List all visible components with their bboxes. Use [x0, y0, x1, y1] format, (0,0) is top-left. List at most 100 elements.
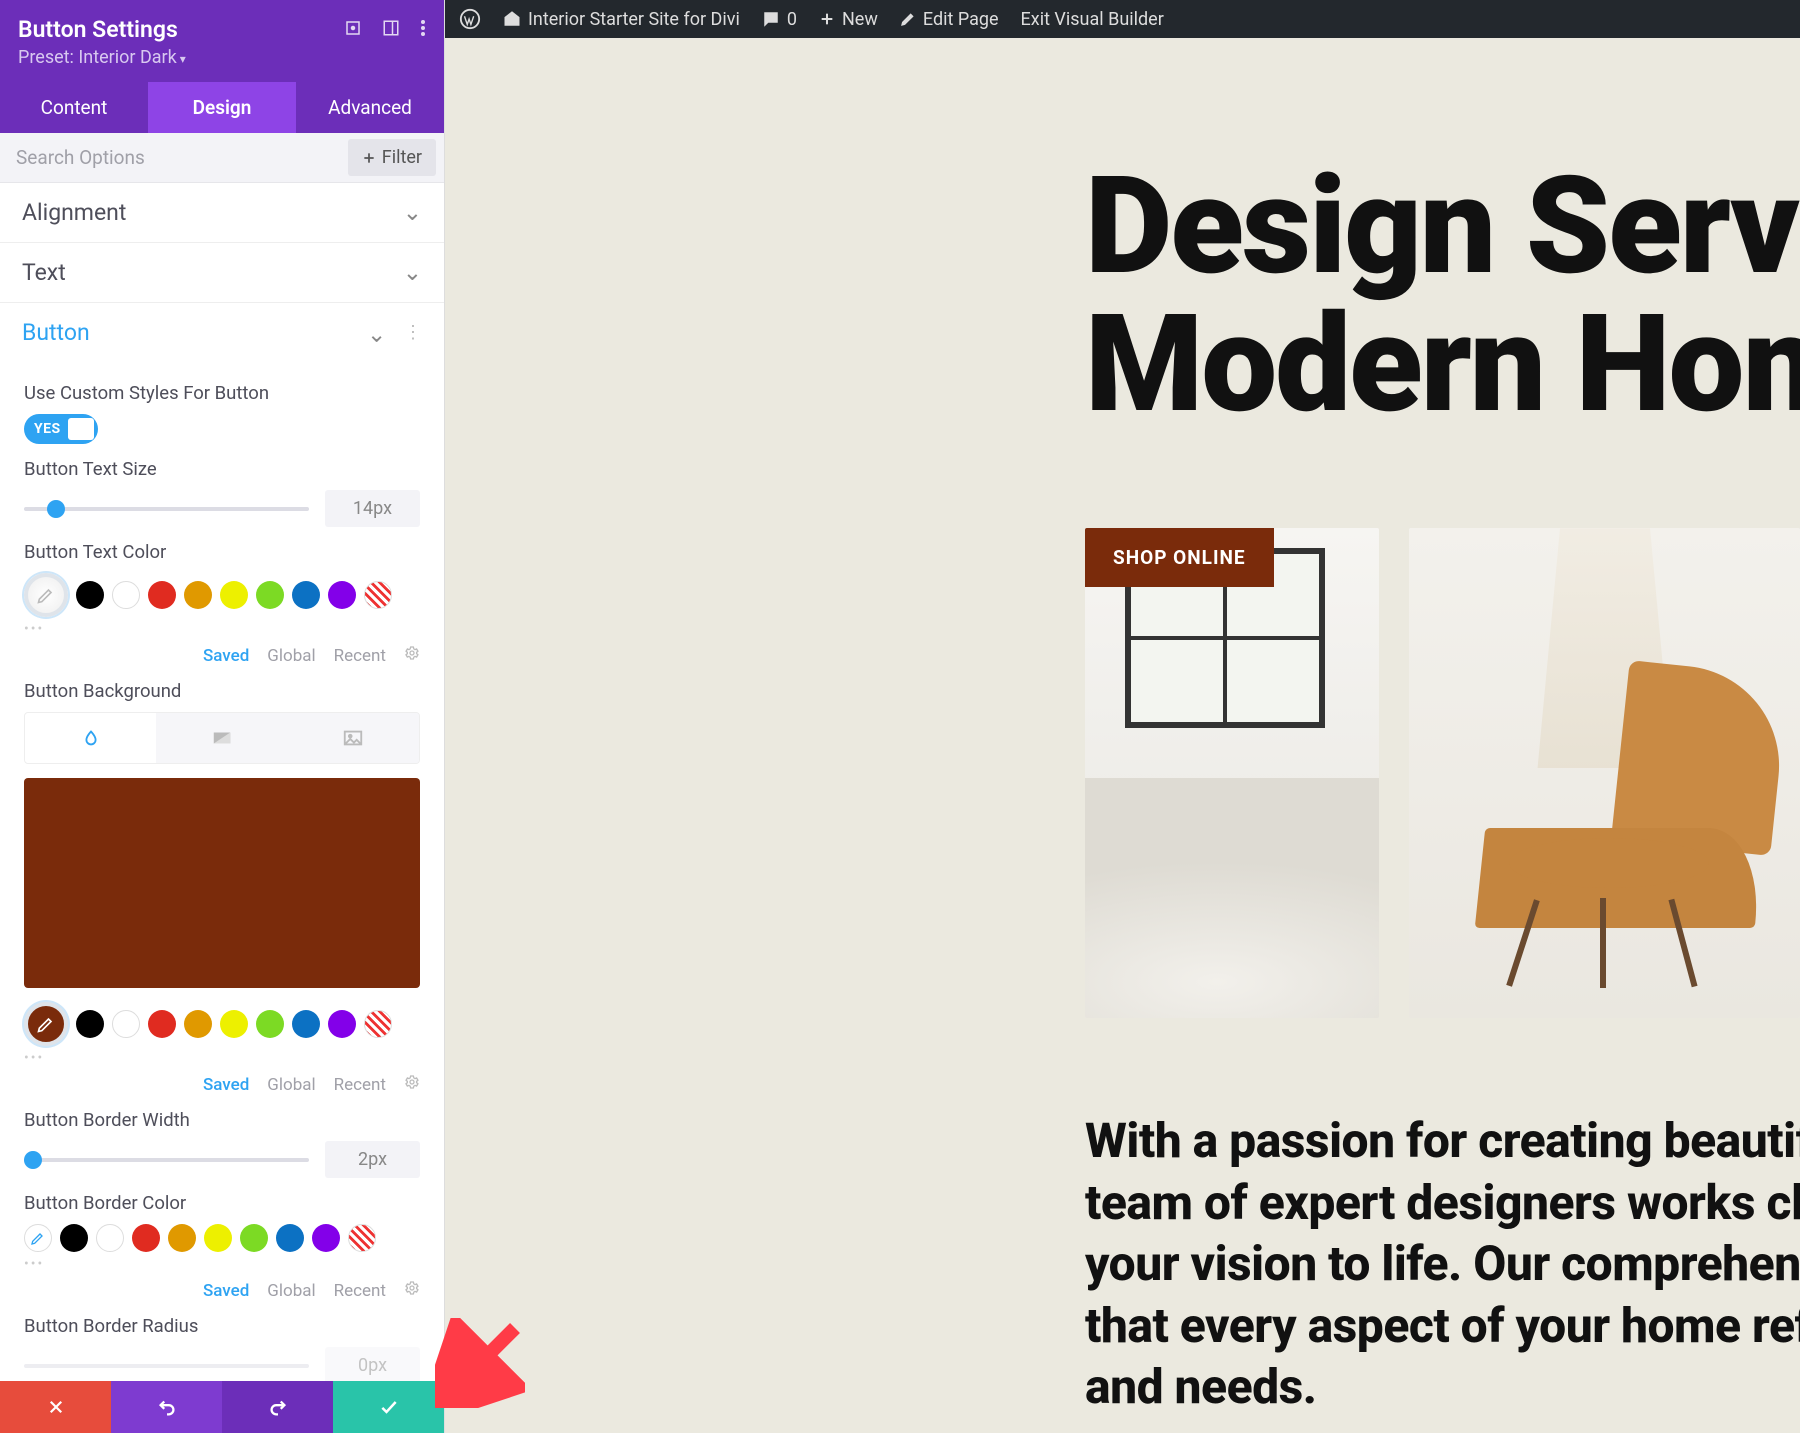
background-label: Button Background [24, 680, 420, 702]
swatch-blue[interactable] [292, 1010, 320, 1038]
palette-recent-link[interactable]: Recent [334, 1281, 386, 1301]
wp-logo-icon[interactable] [459, 8, 481, 30]
palette-global-link[interactable]: Global [267, 1075, 315, 1095]
sidebar-footer [0, 1381, 444, 1433]
tab-design[interactable]: Design [148, 82, 296, 133]
accordion-alignment[interactable]: Alignment ⌄ [0, 183, 444, 243]
undo-button[interactable] [111, 1381, 222, 1433]
border-radius-label: Button Border Radius [24, 1315, 420, 1337]
sidebar-header: Button Settings Preset: Interior Dark Co… [0, 0, 444, 133]
expand-icon[interactable] [344, 19, 362, 41]
swatch-blue[interactable] [276, 1224, 304, 1252]
settings-sidebar: Button Settings Preset: Interior Dark Co… [0, 0, 445, 1433]
wp-edit-page[interactable]: Edit Page [900, 9, 999, 30]
color-picker-icon[interactable] [24, 1224, 52, 1252]
border-radius-slider[interactable] [24, 1364, 309, 1368]
gear-icon[interactable] [404, 1074, 420, 1095]
palette-global-link[interactable]: Global [267, 1281, 315, 1301]
swatch-green[interactable] [256, 581, 284, 609]
swatch-yellow[interactable] [204, 1224, 232, 1252]
use-custom-styles-label: Use Custom Styles For Button [24, 382, 420, 404]
settings-tabs: Content Design Advanced [0, 82, 444, 133]
more-swatches-icon[interactable]: ••• [24, 1050, 420, 1066]
filter-button[interactable]: Filter [348, 139, 436, 176]
swatch-clear[interactable] [364, 1010, 392, 1038]
wp-exit-label: Exit Visual Builder [1021, 9, 1164, 30]
wp-new-label: New [842, 9, 878, 30]
color-picker-icon[interactable] [24, 1002, 68, 1046]
use-custom-styles-toggle[interactable]: YES [24, 414, 98, 444]
preset-selector[interactable]: Preset: Interior Dark [0, 47, 444, 82]
tab-content[interactable]: Content [0, 82, 148, 133]
swatch-purple[interactable] [328, 581, 356, 609]
palette-saved-link[interactable]: Saved [203, 1281, 249, 1301]
swatch-clear[interactable] [364, 581, 392, 609]
gallery-image-1: SHOP ONLINE [1085, 528, 1379, 1018]
wp-new[interactable]: New [819, 9, 878, 30]
swatch-black[interactable] [76, 581, 104, 609]
swatch-yellow[interactable] [220, 1010, 248, 1038]
palette-recent-link[interactable]: Recent [334, 1075, 386, 1095]
swatch-clear[interactable] [348, 1224, 376, 1252]
swatch-yellow[interactable] [220, 581, 248, 609]
swatch-black[interactable] [60, 1224, 88, 1252]
bg-tab-image[interactable] [288, 713, 419, 763]
tab-advanced[interactable]: Advanced [296, 82, 444, 133]
text-size-label: Button Text Size [24, 458, 420, 480]
swatch-red[interactable] [132, 1224, 160, 1252]
swatch-orange[interactable] [184, 1010, 212, 1038]
palette-saved-link[interactable]: Saved [203, 646, 249, 666]
swatch-orange[interactable] [168, 1224, 196, 1252]
swatch-green[interactable] [256, 1010, 284, 1038]
text-size-value[interactable]: 14px [325, 490, 420, 527]
swatch-purple[interactable] [328, 1010, 356, 1038]
dock-icon[interactable] [382, 19, 400, 41]
body-line: your vision to life. Our comprehensive a… [1085, 1233, 1800, 1294]
palette-recent-link[interactable]: Recent [334, 646, 386, 666]
swatch-green[interactable] [240, 1224, 268, 1252]
swatch-purple[interactable] [312, 1224, 340, 1252]
gear-icon[interactable] [404, 645, 420, 666]
search-input[interactable] [0, 134, 348, 181]
swatch-white[interactable] [112, 1010, 140, 1038]
bg-tab-color[interactable] [25, 713, 156, 763]
page-preview: Interior Starter Site for Divi 0 New Edi… [445, 0, 1800, 1433]
accordion-label: Text [22, 259, 66, 286]
more-icon[interactable] [420, 19, 426, 41]
bg-tab-gradient[interactable] [156, 713, 287, 763]
swatch-white[interactable] [112, 581, 140, 609]
swatch-red[interactable] [148, 1010, 176, 1038]
palette-saved-link[interactable]: Saved [203, 1075, 249, 1095]
section-more-icon[interactable]: ⋮ [404, 322, 422, 343]
shop-online-button[interactable]: SHOP ONLINE [1085, 528, 1274, 587]
swatch-blue[interactable] [292, 581, 320, 609]
panel-body[interactable]: Alignment ⌄ Text ⌄ Button ⌃ ⋮ Use Custom… [0, 183, 444, 1433]
border-width-slider[interactable] [24, 1158, 309, 1162]
border-width-value[interactable]: 2px [325, 1141, 420, 1178]
palette-global-link[interactable]: Global [267, 646, 315, 666]
swatch-orange[interactable] [184, 581, 212, 609]
more-swatches-icon[interactable]: ••• [24, 1256, 420, 1272]
wp-exit-builder[interactable]: Exit Visual Builder [1021, 9, 1164, 30]
cancel-button[interactable] [0, 1381, 111, 1433]
background-color-preview[interactable] [24, 778, 420, 988]
accordion-button[interactable]: Button ⌃ ⋮ [0, 303, 444, 362]
text-size-slider[interactable] [24, 507, 309, 511]
accordion-text[interactable]: Text ⌄ [0, 243, 444, 303]
swatch-white[interactable] [96, 1224, 124, 1252]
swatch-red[interactable] [148, 581, 176, 609]
wp-comments[interactable]: 0 [762, 9, 797, 30]
body-line: With a passion for creating beautiful, f… [1085, 1110, 1800, 1171]
body-line: that every aspect of your home reflects … [1085, 1295, 1800, 1356]
redo-button[interactable] [222, 1381, 333, 1433]
swatch-black[interactable] [76, 1010, 104, 1038]
more-swatches-icon[interactable]: ••• [24, 621, 420, 637]
gear-icon[interactable] [404, 1280, 420, 1301]
background-swatches [24, 1002, 420, 1046]
wp-comments-count: 0 [787, 9, 797, 30]
save-button[interactable] [333, 1381, 444, 1433]
color-picker-icon[interactable] [24, 573, 68, 617]
text-color-swatches [24, 573, 420, 617]
wp-site-link[interactable]: Interior Starter Site for Divi [503, 9, 740, 30]
border-radius-value[interactable]: 0px [325, 1347, 420, 1384]
